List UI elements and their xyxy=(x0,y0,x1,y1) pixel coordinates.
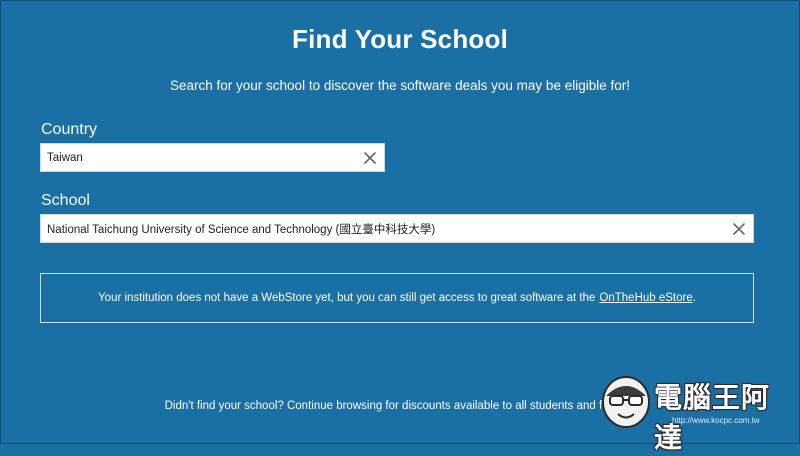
country-field[interactable]: Taiwan xyxy=(40,143,385,172)
mascot-icon xyxy=(602,376,650,428)
country-value[interactable]: Taiwan xyxy=(47,152,356,164)
continue-browsing-link[interactable]: Didn't find your school? Continue browsi… xyxy=(165,400,636,412)
watermark: 電腦王阿達 http://www.kocpc.com.tw xyxy=(592,372,792,454)
notice-trailing: . xyxy=(692,292,696,304)
page-subtitle: Search for your school to discover the s… xyxy=(170,78,630,93)
close-icon[interactable] xyxy=(725,215,753,243)
school-value[interactable]: National Taichung University of Science … xyxy=(47,221,725,237)
webstore-notice: Your institution does not have a WebStor… xyxy=(40,273,754,323)
country-label: Country xyxy=(41,121,98,138)
onthehub-estore-link[interactable]: OnTheHub eStore xyxy=(599,292,692,304)
page-title: Find Your School xyxy=(291,24,508,54)
school-field[interactable]: National Taichung University of Science … xyxy=(40,214,754,243)
close-icon[interactable] xyxy=(356,144,384,172)
school-label: School xyxy=(41,192,90,209)
notice-text: Your institution does not have a WebStor… xyxy=(98,292,596,304)
watermark-url: http://www.kocpc.com.tw xyxy=(672,416,760,425)
